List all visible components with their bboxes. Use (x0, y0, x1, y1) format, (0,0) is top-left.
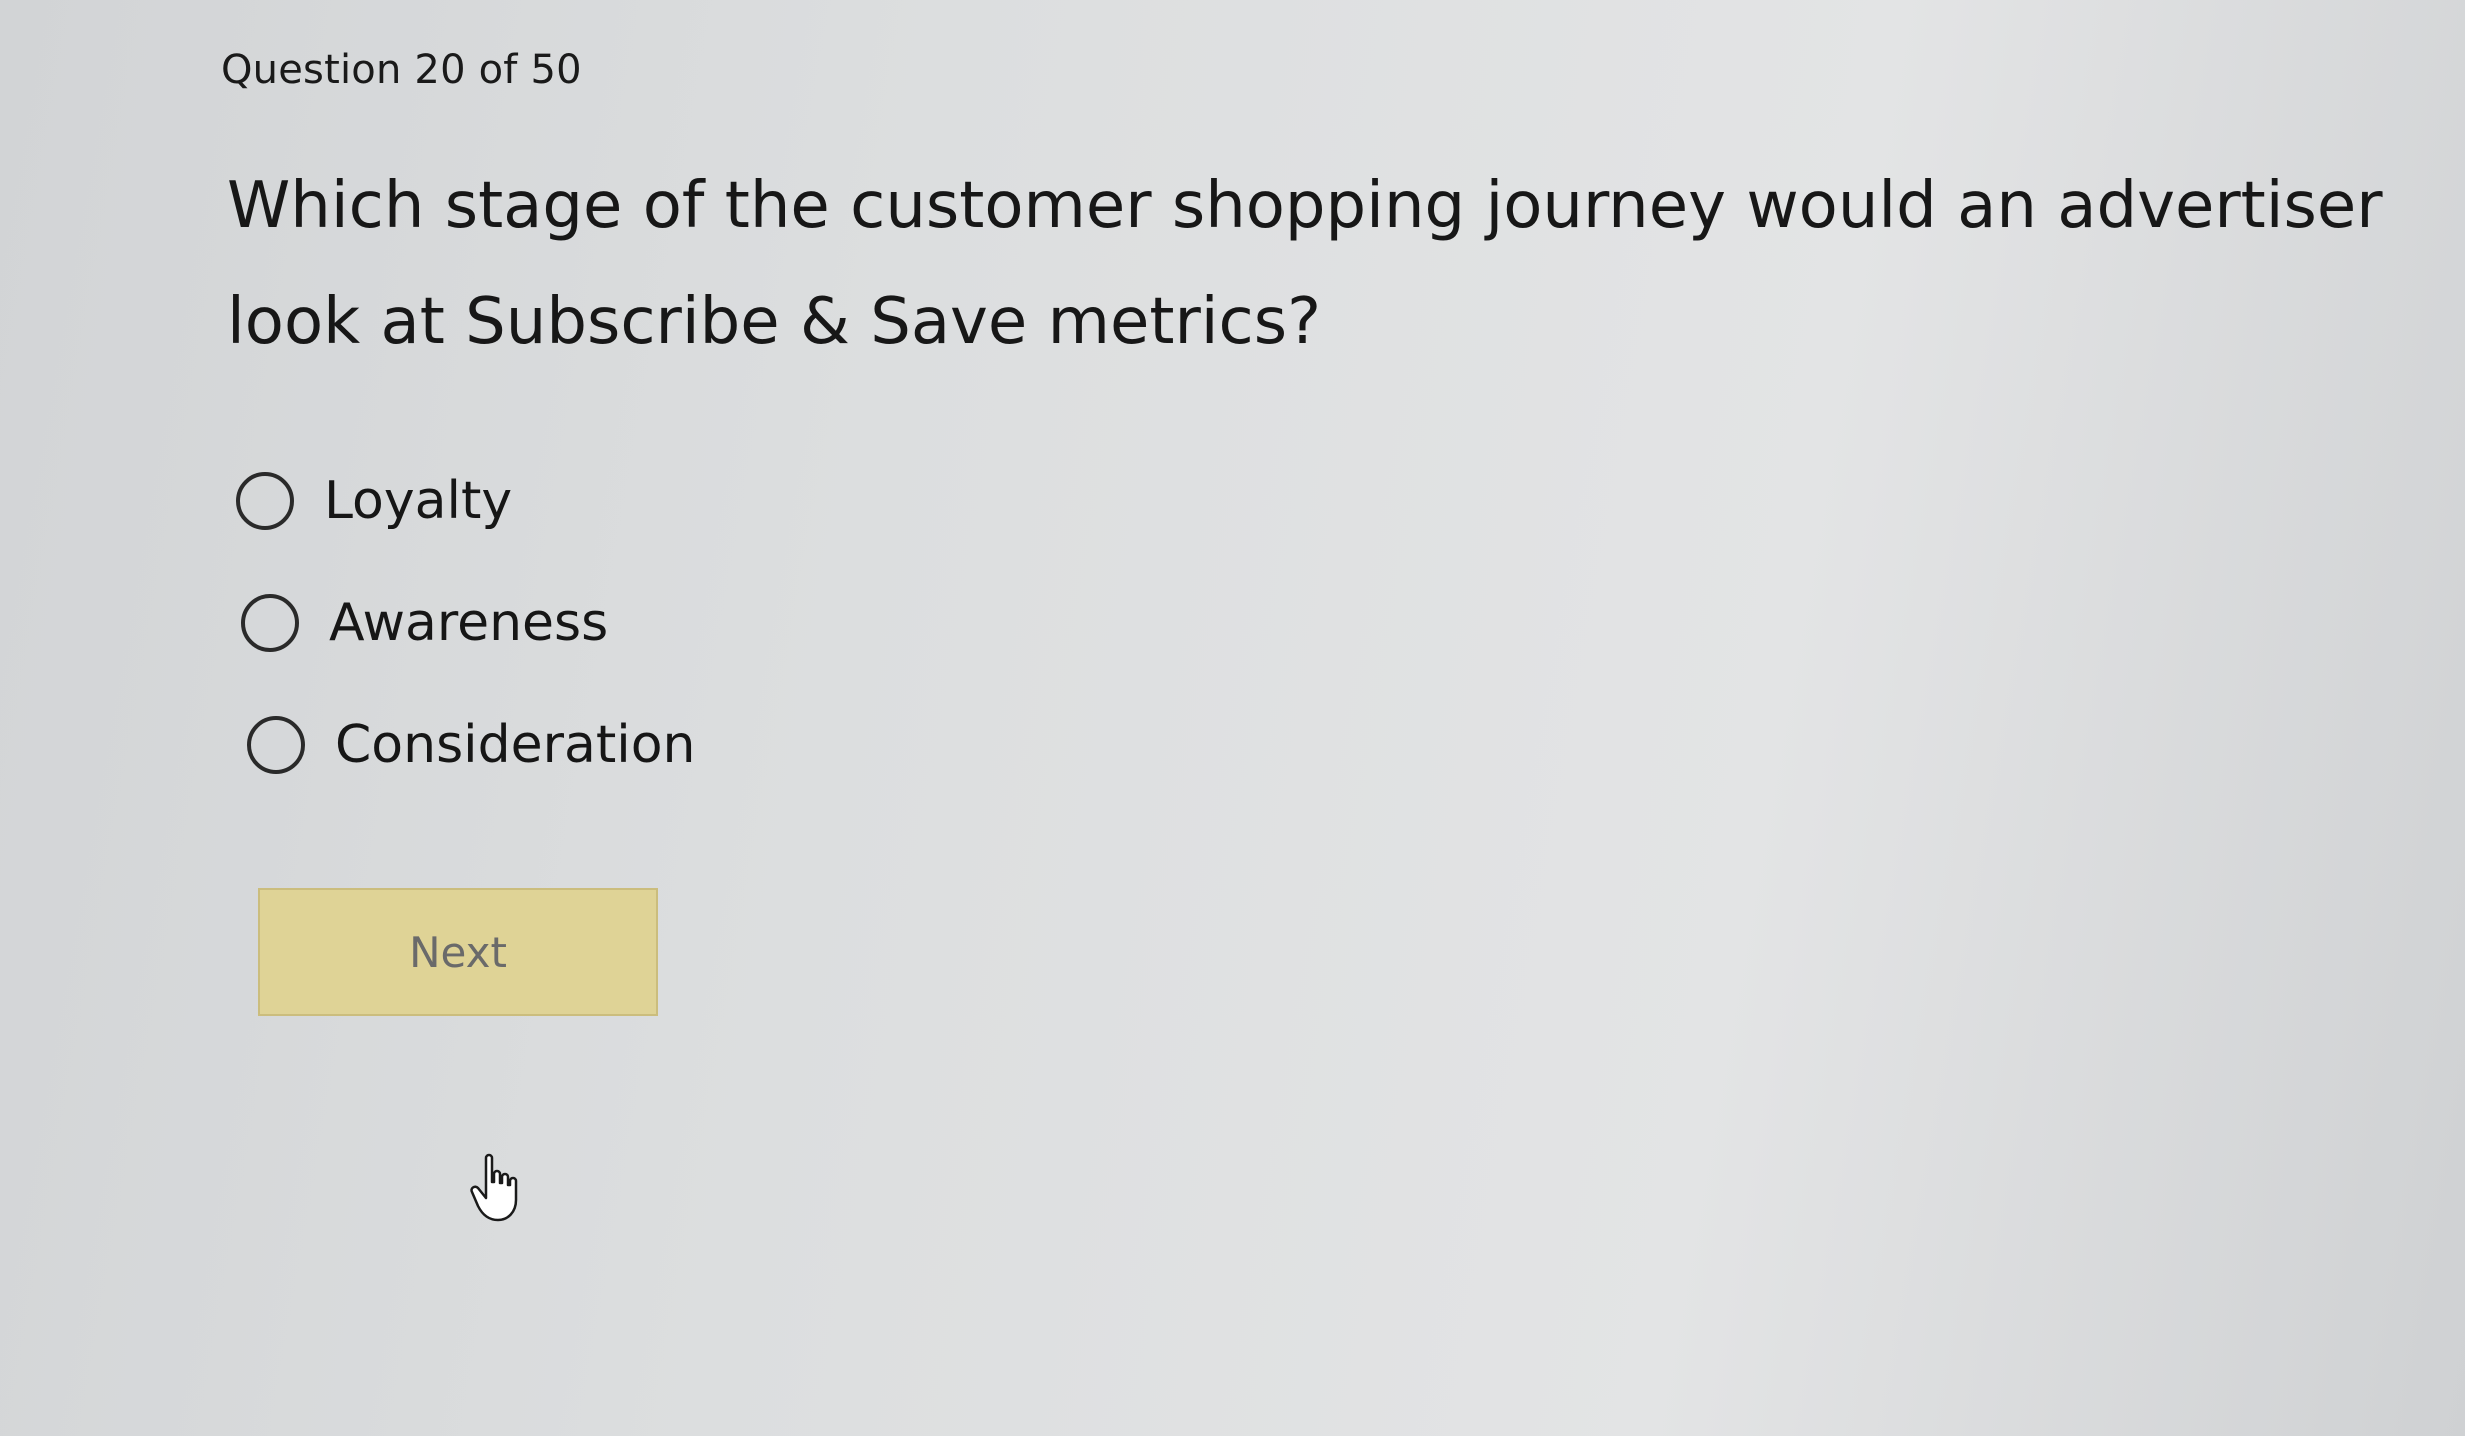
question-counter: Question 20 of 50 (221, 47, 582, 93)
radio-button[interactable] (236, 472, 294, 530)
option-consideration[interactable]: Consideration (247, 684, 695, 806)
option-awareness[interactable]: Awareness (241, 562, 695, 684)
radio-button[interactable] (247, 716, 305, 774)
answer-options: Loyalty Awareness Consideration (236, 440, 695, 806)
option-label: Awareness (329, 593, 609, 653)
question-text: Which stage of the customer shopping jou… (227, 169, 2383, 359)
quiz-page: Question 20 of 50 Which stage of the cus… (0, 0, 2465, 1436)
next-button[interactable]: Next (258, 888, 658, 1016)
option-loyalty[interactable]: Loyalty (236, 440, 695, 562)
option-label: Loyalty (324, 471, 513, 531)
hand-pointer-icon (470, 1153, 518, 1222)
option-label: Consideration (335, 715, 696, 775)
radio-button[interactable] (241, 594, 299, 652)
